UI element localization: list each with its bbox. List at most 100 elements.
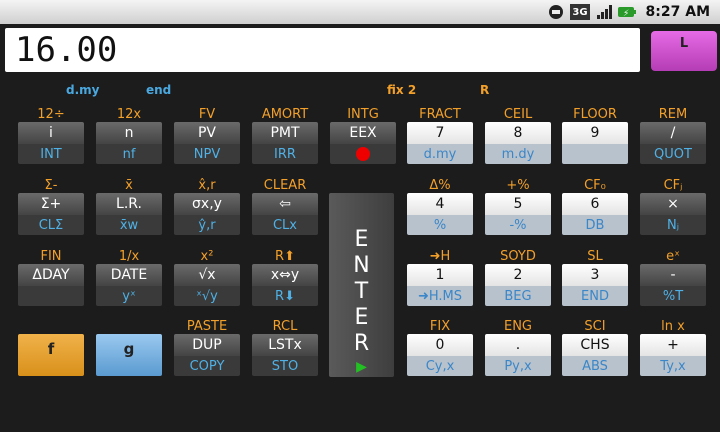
calc-key[interactable]: 6 DB [562, 193, 628, 235]
clock: 8:27 AM [645, 4, 710, 20]
key-primary-label: + [640, 334, 706, 356]
calc-key[interactable]: 2 BEG [485, 264, 551, 306]
record-icon [356, 147, 370, 161]
enter-key[interactable]: ENTER ▶ [329, 193, 394, 377]
network-3g-icon: 3G [570, 4, 590, 20]
key-primary-label: ΔDAY [18, 264, 84, 286]
enter-label: ENTER [329, 227, 394, 357]
svg-text:⚡: ⚡ [623, 9, 629, 19]
g-shift-key[interactable]: g [96, 334, 162, 376]
enter-letter: N [353, 253, 370, 278]
key-primary-label: ⇦ [252, 193, 318, 215]
key-g-label: CLx [252, 215, 318, 235]
key-g-label [330, 144, 396, 164]
calc-key[interactable]: n nf [96, 122, 162, 164]
key-g-label: ABS [562, 356, 628, 376]
calc-key[interactable]: 5 -% [485, 193, 551, 235]
calc-key[interactable]: i INT [18, 122, 84, 164]
key-primary-label: PMT [252, 122, 318, 144]
key-primary-label: PV [174, 122, 240, 144]
key-primary-label: 3 [562, 264, 628, 286]
key-primary-label: Σ+ [18, 193, 84, 215]
chat-icon [548, 4, 564, 20]
display: 16.00 [5, 28, 640, 72]
f-label: Δ% [429, 178, 451, 193]
enter-letter: E [354, 227, 369, 252]
key-primary-label: 2 [485, 264, 551, 286]
key-g-label: Cy,x [407, 356, 473, 376]
play-icon: ▶ [356, 359, 367, 375]
key-g-label: %T [640, 286, 706, 306]
f-label: ENG [503, 319, 532, 334]
key-g-label: -% [485, 215, 551, 235]
calc-key[interactable]: LSTx STO [252, 334, 318, 376]
f-label: RCL [272, 319, 298, 334]
calc-key[interactable]: - %T [640, 264, 706, 306]
enter-letter: T [354, 279, 369, 304]
calc-key[interactable]: L.R. x̄w [96, 193, 162, 235]
calc-key[interactable]: 8 m.dy [485, 122, 551, 164]
key-primary-label: CHS [562, 334, 628, 356]
calc-key[interactable]: 0 Cy,x [407, 334, 473, 376]
calc-key[interactable]: 4% [407, 193, 473, 235]
key-primary-label: EEX [330, 122, 396, 144]
key-primary-label: σx,y [174, 193, 240, 215]
calc-key[interactable]: DUP COPY [174, 334, 240, 376]
calc-key[interactable]: EEX [330, 122, 396, 164]
calc-key[interactable]: x⇔y R⬇ [252, 264, 318, 306]
calc-key[interactable]: 9 [562, 122, 628, 164]
calc-key[interactable]: √x ˣ√y [174, 264, 240, 306]
key-primary-label: - [640, 264, 706, 286]
key-primary-label: 7 [407, 122, 473, 144]
key-primary-label: i [18, 122, 84, 144]
key-primary-label: . [485, 334, 551, 356]
key-g-label: d.my [407, 144, 473, 164]
key-primary-label: 1 [407, 264, 473, 286]
calc-key[interactable]: Σ+ CLΣ [18, 193, 84, 235]
calc-key[interactable]: / QUOT [640, 122, 706, 164]
key-g-label: STO [252, 356, 318, 376]
mode-button[interactable]: L [651, 31, 717, 71]
annunciator-end: end [146, 83, 172, 97]
key-primary-label: × [640, 193, 706, 215]
key-primary-label: 9 [562, 122, 628, 144]
signal-icon [596, 4, 612, 20]
calc-key[interactable]: PMT IRR [252, 122, 318, 164]
f-label: CLEAR [263, 178, 307, 193]
calc-key[interactable]: DATE yˣ [96, 264, 162, 306]
key-g-label: nf [96, 144, 162, 164]
calc-key[interactable]: ΔDAY [18, 264, 84, 306]
f-label: FRACT [419, 107, 461, 122]
key-g-label: INT [18, 144, 84, 164]
f-label: ln x [661, 319, 685, 334]
f-label: 1/x [118, 249, 140, 264]
calc-key[interactable]: CHS ABS [562, 334, 628, 376]
f-label: AMORT [261, 107, 309, 122]
annunciator-fix: fix 2 [387, 83, 417, 97]
f-label: INTG [347, 107, 379, 122]
calc-key[interactable]: 3 END [562, 264, 628, 306]
calc-key[interactable]: 1 ➜H.MS [407, 264, 473, 306]
key-primary-label: / [640, 122, 706, 144]
calc-key[interactable]: σx,y ŷ,r [174, 193, 240, 235]
calc-key[interactable]: PV NPV [174, 122, 240, 164]
f-label: SL [587, 249, 603, 264]
key-g-label: QUOT [640, 144, 706, 164]
f-label: CF₀ [584, 178, 606, 193]
key-g-label: NPV [174, 144, 240, 164]
key-g-label: ŷ,r [174, 215, 240, 235]
calc-key[interactable]: ⇦ CLx [252, 193, 318, 235]
calc-key[interactable]: . Py,x [485, 334, 551, 376]
calc-key[interactable]: 7 d.my [407, 122, 473, 164]
key-g-label: IRR [252, 144, 318, 164]
calc-key[interactable]: × Nⱼ [640, 193, 706, 235]
f-label: eˣ [666, 249, 680, 264]
f-label: PASTE [186, 319, 228, 334]
f-label: ➜H [429, 249, 451, 264]
f-label: FV [198, 107, 216, 122]
key-primary-label: √x [174, 264, 240, 286]
f-shift-key[interactable]: f [18, 334, 84, 376]
key-primary-label: 4 [407, 193, 473, 215]
calc-key[interactable]: + Ty,x [640, 334, 706, 376]
key-g-label [18, 286, 84, 306]
